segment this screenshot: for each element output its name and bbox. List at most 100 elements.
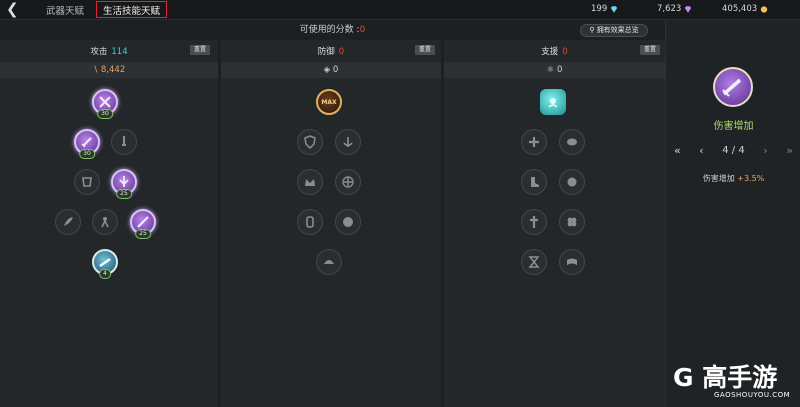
defense-stat-value: 0: [332, 65, 339, 75]
crown-icon: [305, 179, 315, 186]
selected-talent-icon: [713, 67, 753, 107]
first-page-icon[interactable]: «: [674, 144, 681, 157]
boot-icon: [531, 177, 539, 187]
currency-purple-gem-value: 7,623: [657, 4, 682, 14]
attack-title-label: 攻击: [90, 47, 108, 57]
cross-icon: [529, 137, 539, 147]
crossed-swords-icon: [99, 96, 111, 108]
sword-icon: [81, 137, 92, 148]
next-page-icon[interactable]: ›: [763, 144, 767, 157]
support-talent-node[interactable]: [559, 169, 585, 195]
max-badge: MAX: [321, 98, 337, 106]
orb-icon: [567, 177, 577, 187]
support-talent-node[interactable]: [521, 169, 547, 195]
dagger-icon: [122, 136, 126, 146]
effect-summary-button[interactable]: ⚲ 拥有效果总览: [580, 24, 648, 37]
warrior-icon: [101, 217, 109, 228]
defense-stat: ◈ 0: [221, 62, 441, 78]
attack-talent-node[interactable]: [74, 169, 100, 195]
support-talent-node[interactable]: [521, 249, 547, 275]
currency-diamond-value: 199: [591, 4, 608, 14]
blade-icon: [99, 258, 111, 267]
back-arrow-icon[interactable]: ❮: [6, 1, 22, 17]
support-stat: ⚛ 0: [444, 62, 665, 78]
scroll-icon: [567, 258, 577, 265]
attack-column: 攻击 114 重置 ∖ 8,442 30 30 25 25 4: [0, 40, 218, 407]
search-icon: ⚲: [589, 26, 595, 34]
effect-summary-label: 拥有效果总览: [596, 26, 639, 34]
holy-cross-icon: [530, 216, 538, 228]
support-title: 支援 0: [444, 45, 665, 57]
tab-weapon-talent[interactable]: 武器天赋: [46, 3, 84, 17]
diamond-icon: [611, 5, 618, 13]
armor-icon: [82, 177, 92, 187]
support-talent-node[interactable]: [559, 209, 585, 235]
support-reset-button[interactable]: 重置: [640, 45, 660, 55]
defense-talent-node[interactable]: MAX: [316, 89, 342, 115]
defense-talent-node[interactable]: [335, 129, 361, 155]
node-level: 4: [99, 269, 111, 279]
currency-purple-gem: 7,623: [657, 4, 692, 14]
tab-life-skill-talent[interactable]: 生活技能天赋: [96, 1, 168, 18]
defense-title: 防御 0: [221, 45, 441, 57]
currency-gold-value: 405,403: [722, 4, 758, 14]
watermark-logo: G 高手游: [673, 363, 778, 392]
attack-stat: ∖ 8,442: [0, 62, 218, 78]
defense-title-label: 防御: [317, 47, 335, 57]
shield-icon: ◈: [323, 65, 331, 75]
support-stat-value: 0: [556, 65, 563, 75]
stone-icon: [343, 217, 353, 227]
attack-talent-node[interactable]: [92, 209, 118, 235]
talent-pager: « ‹ 4 / 4 › »: [666, 144, 800, 157]
node-level: 25: [135, 229, 151, 239]
prev-page-icon[interactable]: ‹: [699, 144, 703, 157]
defense-reset-button[interactable]: 重置: [415, 45, 435, 55]
feather-icon: [64, 217, 73, 226]
node-level: 30: [97, 109, 113, 119]
attack-talent-node[interactable]: 30: [92, 89, 118, 119]
cross-shield-icon: [342, 176, 354, 188]
watermark-url: GAOSHOUYOU.COM: [714, 391, 791, 399]
support-icon: ⚛: [546, 65, 555, 75]
support-talent-node[interactable]: [540, 89, 566, 115]
support-talent-node[interactable]: [521, 129, 547, 155]
top-bar: ❮ 武器天赋 生活技能天赋 199 7,623 405,403: [0, 0, 800, 20]
last-page-icon[interactable]: »: [786, 144, 793, 157]
defense-talent-node[interactable]: [316, 249, 342, 275]
currency-diamond: 199: [591, 4, 618, 14]
defense-talent-node[interactable]: [335, 209, 361, 235]
clover-icon: [567, 217, 577, 227]
support-count: 0: [562, 47, 568, 57]
cloud-icon: [567, 138, 577, 146]
attack-title: 攻击 114: [0, 45, 218, 57]
attack-talent-node[interactable]: 25: [130, 209, 156, 239]
node-level: 30: [79, 149, 95, 159]
defense-talent-node[interactable]: [297, 209, 323, 235]
support-talent-node[interactable]: [559, 129, 585, 155]
attack-reset-button[interactable]: 重置: [190, 45, 210, 55]
currency-gold: 405,403: [722, 4, 768, 14]
gold-coin-icon: [761, 5, 768, 13]
healing-icon: [548, 98, 558, 108]
support-column: 支援 0 重置 ⚛ 0: [444, 40, 665, 407]
available-points: 可使用的分数 :0: [0, 22, 665, 35]
attack-talent-node[interactable]: 25: [111, 169, 137, 199]
attack-talent-node[interactable]: 30: [74, 129, 100, 159]
talent-detail-panel: 伤害增加 « ‹ 4 / 4 › » 伤害增加 +3.5%: [665, 20, 800, 407]
support-talent-node[interactable]: [521, 209, 547, 235]
shield-icon: [304, 135, 316, 149]
attack-talent-node[interactable]: 4: [92, 249, 118, 279]
defense-talent-node[interactable]: [297, 129, 323, 155]
purple-gem-icon: [685, 5, 692, 13]
sword-icon: ∖: [92, 65, 99, 75]
sword-icon: [722, 78, 742, 97]
attack-count: 114: [111, 47, 128, 57]
talent-effect-value: +3.5%: [737, 174, 765, 183]
support-talent-node[interactable]: [559, 249, 585, 275]
defense-talent-node[interactable]: [335, 169, 361, 195]
attack-talent-node[interactable]: [55, 209, 81, 235]
defense-talent-node[interactable]: [297, 169, 323, 195]
available-points-value: 0: [359, 25, 366, 35]
attack-talent-node[interactable]: [111, 129, 137, 155]
attack-stat-value: 8,442: [100, 65, 126, 75]
